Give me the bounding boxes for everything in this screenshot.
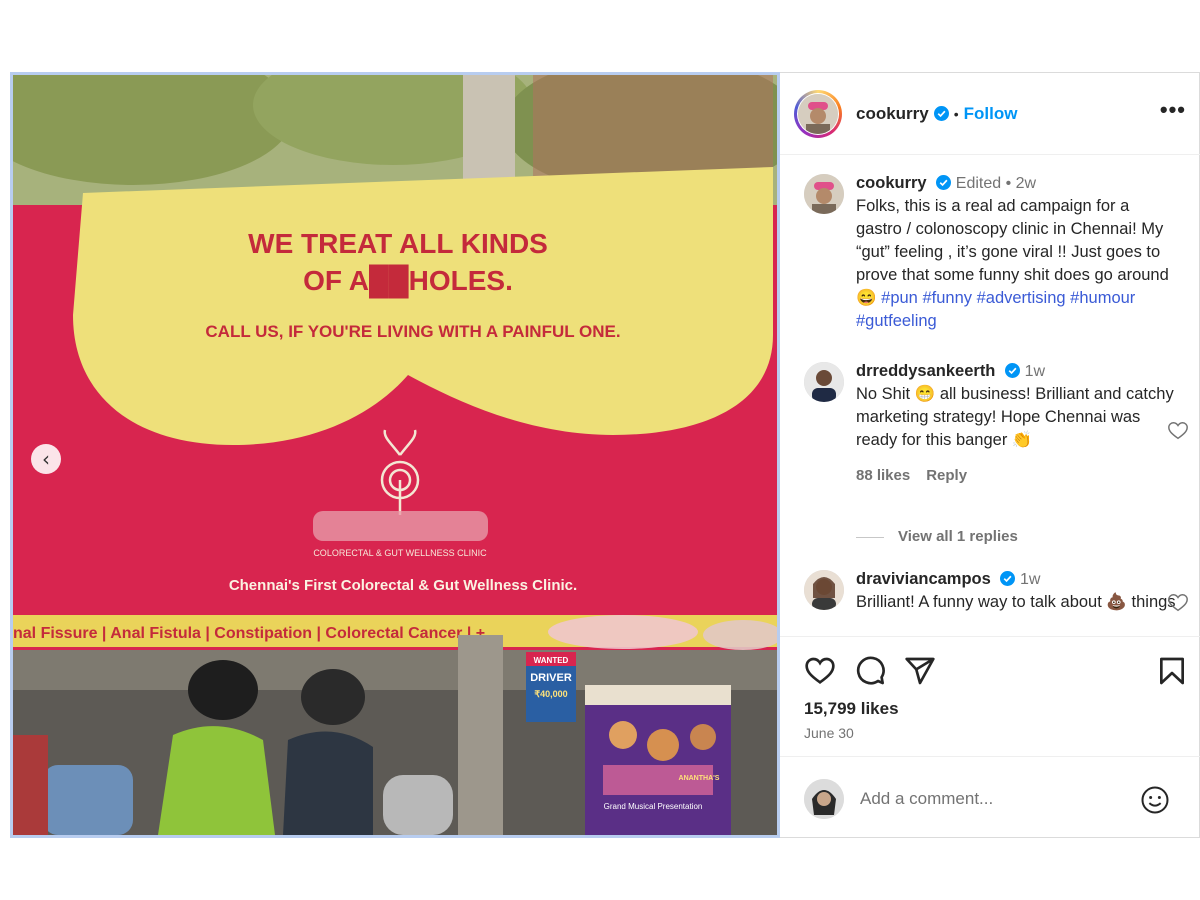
- commenter-avatar[interactable]: [804, 570, 844, 610]
- comment-time: 1w: [1020, 571, 1041, 588]
- wanted-poster-line3: ₹40,000: [534, 689, 567, 699]
- comment-text: No Shit 😁 all business! Brilliant and ca…: [856, 385, 1174, 449]
- hashtag-humour[interactable]: #humour: [1070, 289, 1135, 307]
- post-header: cookurry • Follow •••: [780, 73, 1200, 155]
- comment-likes[interactable]: 88 likes: [856, 467, 910, 484]
- caption-username[interactable]: cookurry: [856, 174, 927, 192]
- chevron-left-icon: ‹: [42, 447, 50, 471]
- comment-item: drreddysankeerth 1w No Shit 😁 all busine…: [804, 360, 1189, 520]
- comments-section: cookurry Edited • 2w Folks, this is a re…: [780, 156, 1200, 636]
- comment-time: 1w: [1024, 363, 1046, 380]
- like-comment-heart-icon[interactable]: [1167, 420, 1189, 442]
- follow-button[interactable]: Follow: [964, 104, 1018, 124]
- previous-image-button[interactable]: ‹: [31, 444, 61, 474]
- caption: cookurry Edited • 2w Folks, this is a re…: [804, 172, 1189, 352]
- wanted-poster-line2: DRIVER: [530, 672, 572, 684]
- verified-badge-icon: [1004, 363, 1020, 378]
- post-date: June 30: [804, 725, 854, 741]
- caption-avatar[interactable]: [804, 174, 844, 214]
- paper-plane-icon[interactable]: [904, 655, 936, 687]
- hashtag-pun[interactable]: #pun: [881, 289, 918, 307]
- billboard-headline-2: OF A██HOLES.: [303, 264, 513, 299]
- hashtag-funny[interactable]: #funny: [922, 289, 972, 307]
- comment-item: draviviancampos 1w Brilliant! A funny wa…: [804, 568, 1189, 636]
- concert-poster-title: Grand Musical Presentation: [604, 802, 703, 811]
- verified-badge-icon: [933, 106, 949, 121]
- author-avatar: [798, 93, 838, 134]
- heart-icon[interactable]: [804, 655, 836, 687]
- instagram-post: WE TREAT ALL KINDS OF A██HOLES. CALL US,…: [10, 72, 1200, 838]
- commenter-username[interactable]: drreddysankeerth: [856, 362, 995, 380]
- commenter-avatar[interactable]: [804, 362, 844, 402]
- wanted-poster-line1: WANTED: [534, 656, 569, 665]
- like-count[interactable]: 15,799 likes: [804, 699, 899, 719]
- clinic-tagline: Chennai's First Colorectal & Gut Wellnes…: [229, 577, 577, 594]
- story-ring[interactable]: [794, 89, 842, 138]
- post-image[interactable]: WE TREAT ALL KINDS OF A██HOLES. CALL US,…: [10, 72, 780, 838]
- billboard-conditions: nal Fissure | Anal Fistula | Constipatio…: [13, 625, 485, 642]
- smiley-icon[interactable]: [1140, 785, 1170, 815]
- verified-badge-icon: [1000, 571, 1016, 586]
- clinic-name-small: COLORECTAL & GUT WELLNESS CLINIC: [313, 548, 487, 558]
- like-comment-heart-icon[interactable]: [1167, 592, 1189, 614]
- concert-poster-name: ANANTHA'S: [679, 775, 720, 782]
- comment-text: Brilliant! A funny way to talk about 💩 t…: [856, 593, 1176, 611]
- post-sidebar: cookurry • Follow ••• cookurry Edited • …: [780, 72, 1200, 838]
- bookmark-icon[interactable]: [1156, 655, 1188, 687]
- view-replies-button[interactable]: View all 1 replies: [856, 528, 1018, 545]
- more-options-icon[interactable]: •••: [1160, 99, 1186, 121]
- post-actions: 15,799 likes June 30: [780, 636, 1200, 756]
- commenter-username[interactable]: draviviancampos: [856, 570, 991, 588]
- comment-input[interactable]: [860, 786, 1120, 812]
- hashtag-advertising[interactable]: #advertising: [977, 289, 1066, 307]
- header-separator: •: [953, 105, 959, 122]
- hashtag-gutfeeling[interactable]: #gutfeeling: [856, 312, 937, 330]
- verified-badge-icon: [936, 175, 952, 190]
- current-user-avatar: [804, 779, 844, 819]
- billboard-subline: CALL US, IF YOU'RE LIVING WITH A PAINFUL…: [205, 322, 620, 341]
- author-username[interactable]: cookurry: [856, 104, 929, 124]
- reply-button[interactable]: Reply: [926, 467, 967, 484]
- billboard-photo: WE TREAT ALL KINDS OF A██HOLES. CALL US,…: [13, 75, 777, 835]
- billboard-headline-1: WE TREAT ALL KINDS: [248, 228, 548, 259]
- comment-icon[interactable]: [854, 655, 886, 687]
- caption-meta: Edited • 2w: [955, 175, 1037, 192]
- add-comment-bar: [780, 756, 1200, 838]
